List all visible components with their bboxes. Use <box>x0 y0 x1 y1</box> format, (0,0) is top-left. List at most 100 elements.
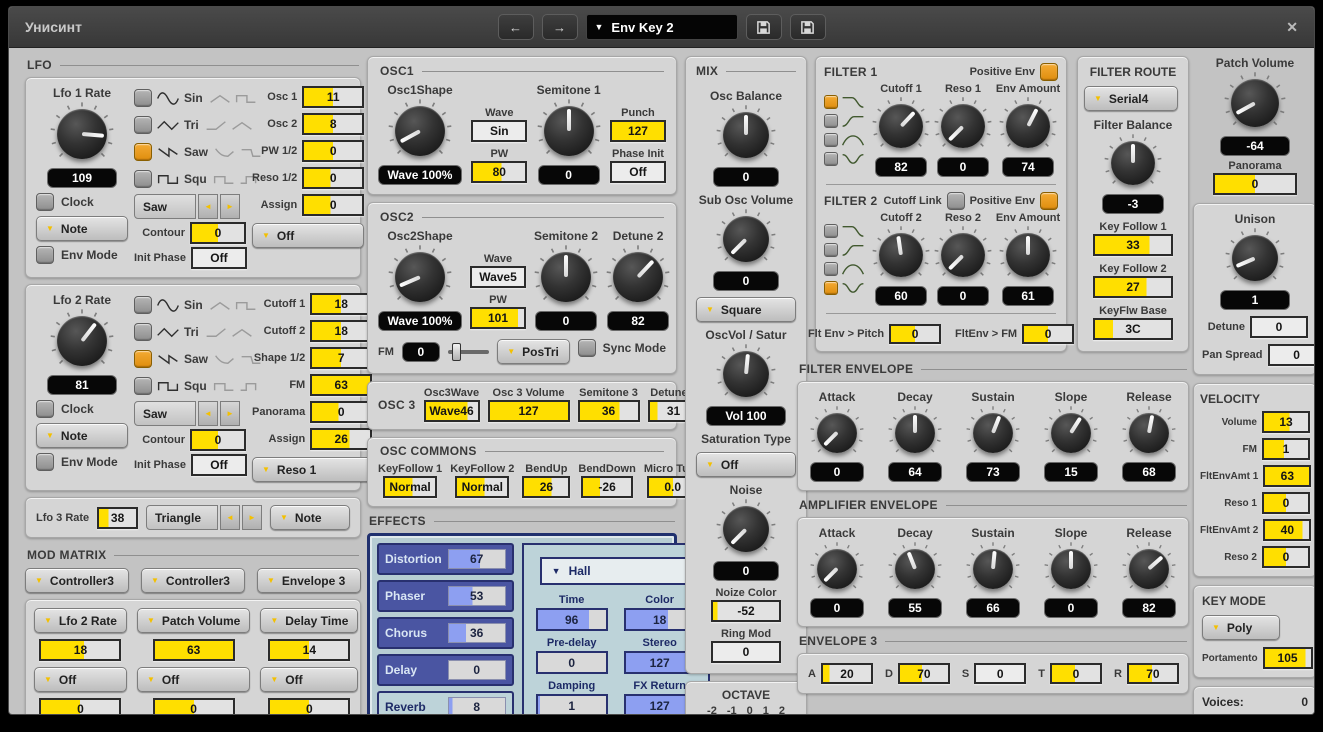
fx-chorus[interactable]: Chorus36 <box>377 617 514 649</box>
osc2-pw-value[interactable]: 101 <box>470 307 526 329</box>
lfo2-cutoff-1-value[interactable]: 18 <box>310 293 372 315</box>
filter-flt-env-pitch-value[interactable]: 0 <box>889 324 941 344</box>
keymode-portamento-value[interactable]: 105 <box>1263 647 1313 669</box>
mod-2-2-dest-dropdown[interactable]: ▼Off <box>137 667 250 692</box>
fx-pre-delay-value[interactable]: 0 <box>536 651 608 674</box>
mod-source-3-dropdown[interactable]: ▼Envelope 3 <box>257 568 361 593</box>
filter-envelope-release-control[interactable] <box>1122 406 1176 460</box>
filter2-type-lp-checkbox[interactable] <box>824 224 838 238</box>
lfo2-wave-tri-checkbox[interactable] <box>134 323 152 341</box>
lfo2-wave-spinner-next-button[interactable]: ► <box>220 401 240 426</box>
filter2-cutoff-2-control[interactable] <box>872 226 930 284</box>
env3-t-value[interactable]: 0 <box>1050 663 1102 684</box>
fx-phaser[interactable]: Phaser53 <box>377 580 514 612</box>
mod-2-1-dest-dropdown[interactable]: ▼Patch Volume <box>137 608 250 633</box>
lfo3-rate-value[interactable]: 38 <box>97 507 138 529</box>
osc2-mode-dropdown[interactable]: ▼PosTri <box>497 339 569 364</box>
amplifier-envelope-sustain-control[interactable] <box>966 542 1020 596</box>
lfo2-wave-squ-checkbox[interactable] <box>134 377 152 395</box>
next-preset-button[interactable]: → <box>542 14 578 40</box>
env3-d-value[interactable]: 70 <box>898 663 950 684</box>
velocity-volume-value[interactable]: 13 <box>1262 411 1310 433</box>
lfo1-sync-dropdown[interactable]: ▼Note <box>36 216 128 241</box>
lfo3-wave-spinner-prev-button[interactable]: ◄ <box>220 505 240 530</box>
lfo2-fm-value[interactable]: 63 <box>310 374 372 396</box>
amplifier-envelope-release-control[interactable] <box>1122 542 1176 596</box>
preset-selector[interactable]: ▼ Env Key 2 <box>586 14 738 40</box>
osc1-wave-value[interactable]: Sin <box>471 120 527 142</box>
lfo1-pw-1-2-value[interactable]: 0 <box>302 140 364 162</box>
saturation-type-dropdown[interactable]: ▼Off <box>696 452 796 477</box>
lfo1-wave-sin-checkbox[interactable] <box>134 89 152 107</box>
filter1-type-lp-checkbox[interactable] <box>824 95 838 109</box>
unison-unison-control[interactable] <box>1225 228 1285 288</box>
filter1-positive-env-checkbox[interactable] <box>1040 63 1058 81</box>
filter1-reso-1-control[interactable] <box>934 97 992 155</box>
lfo2-contour-value[interactable]: 0 <box>190 429 246 451</box>
osc3-osc-3-volume-value[interactable]: 127 <box>488 400 570 422</box>
route-filter-balance-control[interactable] <box>1104 134 1162 192</box>
lfo2-panorama-value[interactable]: 0 <box>310 401 372 423</box>
save-as-button[interactable] <box>790 14 826 40</box>
fx-chorus-value[interactable]: 36 <box>448 623 506 643</box>
lfo1-wave-spinner-next-button[interactable]: ► <box>220 194 240 219</box>
fx-distortion-value[interactable]: 67 <box>448 549 506 569</box>
save-button[interactable] <box>746 14 782 40</box>
lfo2-assign-value[interactable]: 26 <box>310 428 372 450</box>
mod-1-2-dest-dropdown[interactable]: ▼Off <box>34 667 127 692</box>
osc1-osc1shape-control[interactable] <box>388 99 452 163</box>
lfo3-sync-dropdown[interactable]: ▼Note <box>270 505 350 530</box>
filter2-type-notch-checkbox[interactable] <box>824 281 838 295</box>
mod-1-1-amount[interactable]: 18 <box>39 639 121 661</box>
lfo1-wave-spinner-prev-button[interactable]: ◄ <box>198 194 218 219</box>
filter1-env-amount-control[interactable] <box>999 97 1057 155</box>
lfo2-shape-1-2-value[interactable]: 7 <box>310 347 372 369</box>
lfo1-clock-checkbox[interactable] <box>36 193 54 211</box>
filter2-positive-env-checkbox[interactable] <box>1040 192 1058 210</box>
filter2-type-bp-checkbox[interactable] <box>824 262 838 276</box>
lfo1-wave-spinner-value[interactable]: Saw <box>134 194 196 219</box>
mix-noize-color-value[interactable]: -52 <box>711 600 781 622</box>
fx-time-value[interactable]: 96 <box>536 608 608 631</box>
fx-delay-value[interactable]: 0 <box>448 660 506 680</box>
lfo2-wave-saw-checkbox[interactable] <box>134 350 152 368</box>
osc2-wave-value[interactable]: Wave5 <box>470 266 526 288</box>
lfo1-osc-2-value[interactable]: 8 <box>302 113 364 135</box>
sub-osc-wave-dropdown[interactable]: ▼Square <box>696 297 796 322</box>
osc1-punch-value[interactable]: 127 <box>610 120 666 142</box>
prev-preset-button[interactable]: ← <box>498 14 534 40</box>
mod-3-2-dest-dropdown[interactable]: ▼Off <box>260 667 358 692</box>
env3-s-value[interactable]: 0 <box>974 663 1026 684</box>
mix-ring-mod-value[interactable]: 0 <box>711 641 781 663</box>
osc3-semitone-3-value[interactable]: 36 <box>578 400 640 422</box>
lfo2-sync-dropdown[interactable]: ▼Note <box>36 423 128 448</box>
unison-pan-spread-value[interactable]: 0 <box>1268 344 1314 366</box>
close-button[interactable]: ✕ <box>1286 19 1298 36</box>
lfo2-wave-sin-checkbox[interactable] <box>134 296 152 314</box>
osc1-phase-init-value[interactable]: Off <box>610 161 666 183</box>
filter2-reso-2-control[interactable] <box>934 226 992 284</box>
fx-reverb-value[interactable]: 8 <box>448 697 506 714</box>
mix-noise-control[interactable] <box>716 499 776 559</box>
master-patch-volume-control[interactable] <box>1224 72 1286 134</box>
osc3-osc3wave-value[interactable]: Wave46 <box>424 400 480 422</box>
velocity-fltenvamt-1-value[interactable]: 63 <box>1263 465 1311 487</box>
mix-oscvol-satur-control[interactable] <box>716 344 776 404</box>
lfo1-lfo-1-rate-control[interactable] <box>50 102 114 166</box>
lfo1-env-mode-checkbox[interactable] <box>36 246 54 264</box>
mod-1-1-dest-dropdown[interactable]: ▼Lfo 2 Rate <box>34 608 127 633</box>
mod-2-2-amount[interactable]: 0 <box>153 698 235 714</box>
osc-commons-keyfollow-1-value[interactable]: Normal <box>383 476 437 498</box>
env3-a-value[interactable]: 20 <box>821 663 873 684</box>
filter-route-dropdown[interactable]: ▼Serial4 <box>1084 86 1178 111</box>
filter2-env-amount-control[interactable] <box>999 226 1057 284</box>
filter1-type-notch-checkbox[interactable] <box>824 152 838 166</box>
mod-1-2-amount[interactable]: 0 <box>39 698 121 714</box>
mod-3-1-amount[interactable]: 14 <box>268 639 350 661</box>
reverb-type-dropdown[interactable]: ▼Hall <box>540 557 692 585</box>
osc-commons-keyfollow-2-value[interactable]: Normal <box>455 476 509 498</box>
mix-osc-balance-control[interactable] <box>716 105 776 165</box>
velocity-reso-1-value[interactable]: 0 <box>1262 492 1310 514</box>
filter-envelope-attack-control[interactable] <box>810 406 864 460</box>
velocity-fltenvamt-2-value[interactable]: 40 <box>1263 519 1311 541</box>
